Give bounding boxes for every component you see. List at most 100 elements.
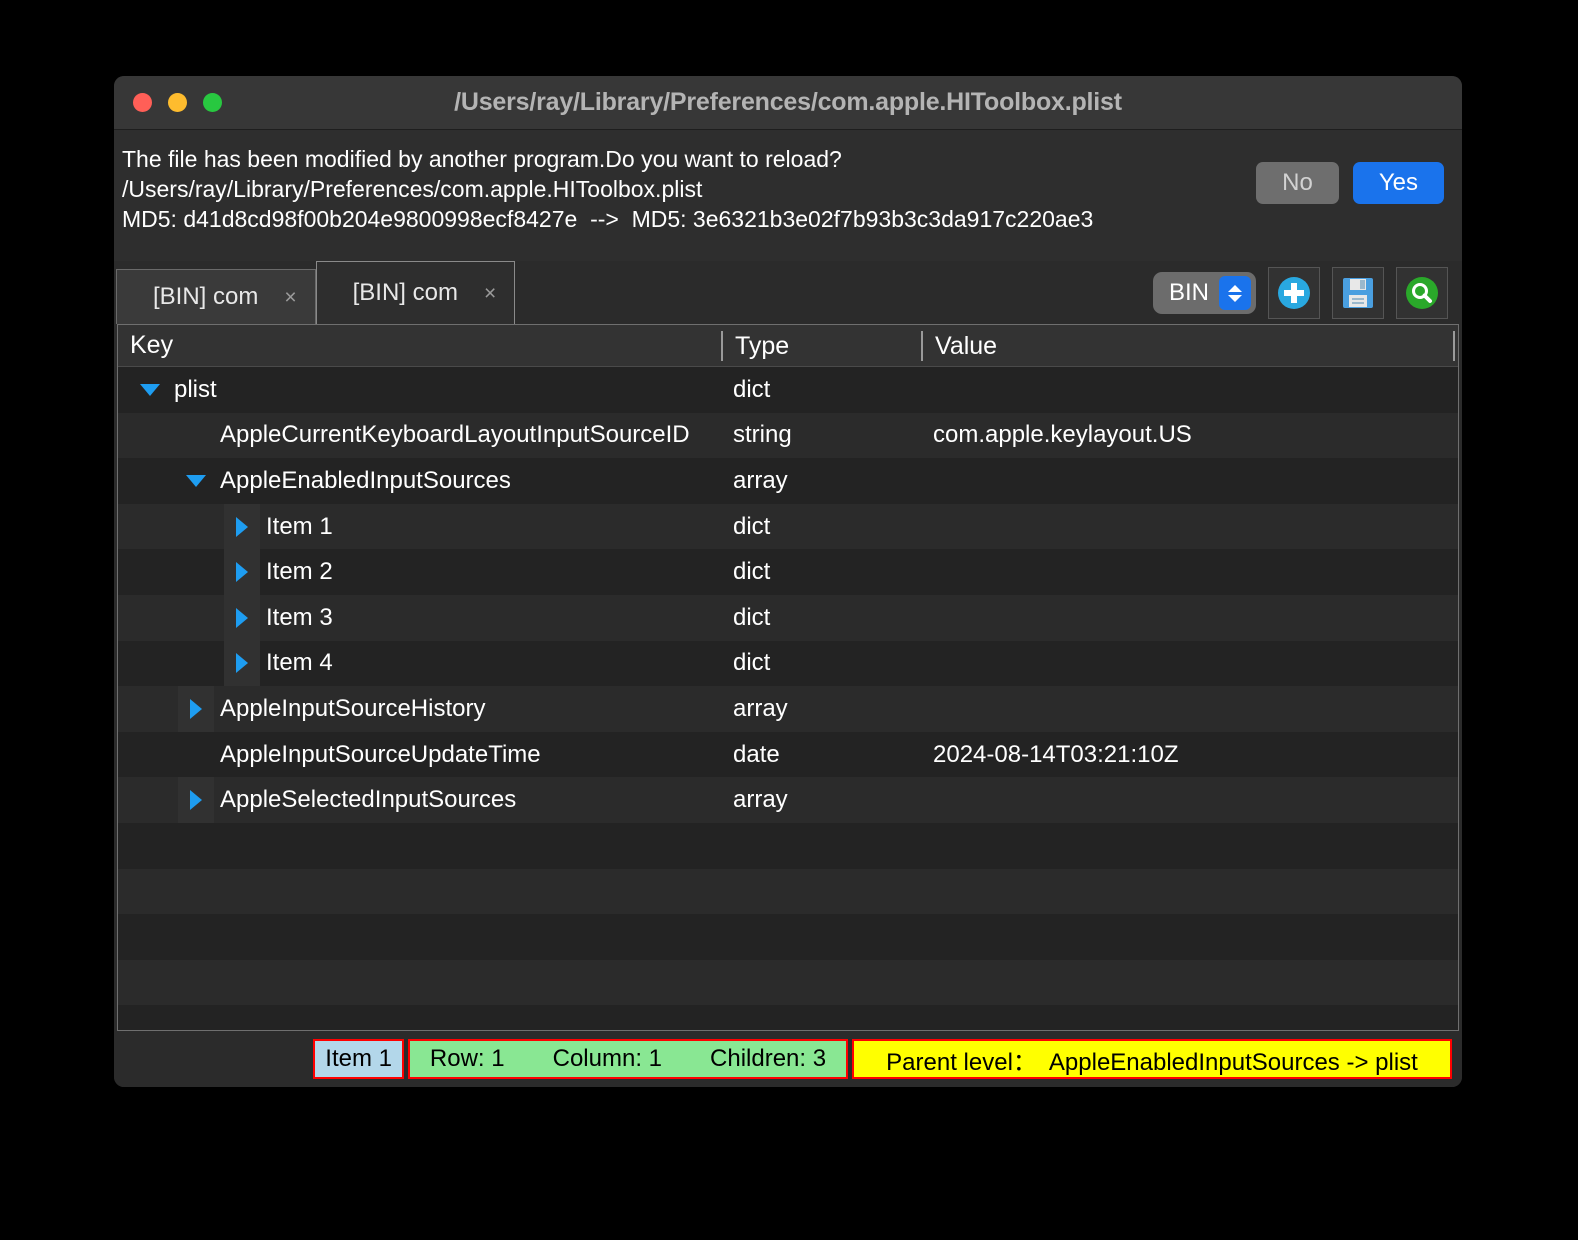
chevron-updown-icon[interactable] xyxy=(1219,276,1251,310)
table-row-empty xyxy=(118,822,1458,869)
cell-key: AppleCurrentKeyboardLayoutInputSourceID xyxy=(118,413,721,459)
disclosure-triangle-expanded[interactable] xyxy=(178,458,214,504)
key-label: AppleCurrentKeyboardLayoutInputSourceID xyxy=(220,421,690,449)
status-position-group: Row: 1 Column: 1 Children: 3 xyxy=(408,1039,848,1079)
key-label: Item 4 xyxy=(266,649,333,677)
disclosure-triangle-expanded[interactable] xyxy=(132,367,168,413)
format-select-value: BIN xyxy=(1168,279,1209,306)
disclosure-triangle-collapsed[interactable] xyxy=(224,503,260,550)
close-window-icon[interactable] xyxy=(133,93,152,112)
cell-type: date xyxy=(733,740,780,768)
plist-tree-table: Key Type Value plist dict AppleCurrentKeyb… xyxy=(117,324,1459,1031)
tab-list: [BIN] com × [BIN] com × xyxy=(114,261,516,324)
table-row[interactable]: Item 4 dict xyxy=(118,640,1458,687)
save-file-button[interactable] xyxy=(1332,267,1384,319)
window-title: /Users/ray/Library/Preferences/com.apple… xyxy=(454,88,1122,116)
column-header-type[interactable]: Type xyxy=(721,331,789,361)
tab-strip: [BIN] com × [BIN] com × BIN xyxy=(114,261,1462,324)
cell-type: array xyxy=(733,694,788,722)
cell-key: AppleSelectedInputSources xyxy=(118,777,721,823)
zoom-window-icon[interactable] xyxy=(203,93,222,112)
table-row[interactable]: Item 3 dict xyxy=(118,594,1458,641)
tab-label: [BIN] com xyxy=(352,279,458,306)
cell-key: AppleInputSourceUpdateTime xyxy=(118,732,721,778)
cell-type: dict xyxy=(733,558,771,586)
chevron-right-icon xyxy=(236,653,248,674)
chevron-down-icon xyxy=(140,383,160,396)
key-label: plist xyxy=(174,375,217,403)
reload-yes-button[interactable]: Yes xyxy=(1352,162,1444,205)
add-entry-button[interactable] xyxy=(1268,267,1320,319)
cell-key: AppleEnabledInputSources xyxy=(118,458,721,504)
cell-key: plist xyxy=(118,367,721,413)
cell-type: dict xyxy=(733,603,771,631)
table-row[interactable]: AppleInputSourceHistory array xyxy=(118,686,1458,732)
key-label: Item 3 xyxy=(266,603,333,631)
alert-line-md5: MD5: d41d8cd98f00b204e9800998ecf8427e --… xyxy=(122,206,1094,232)
tab-close-icon[interactable]: × xyxy=(284,287,296,308)
table-row[interactable]: Item 1 dict xyxy=(118,503,1458,550)
window-titlebar: /Users/ray/Library/Preferences/com.apple… xyxy=(114,76,1462,130)
key-label: Item 1 xyxy=(266,512,333,540)
tab-bin-com-2[interactable]: [BIN] com × xyxy=(315,261,516,324)
cell-key: AppleInputSourceHistory xyxy=(118,686,721,732)
chevron-right-icon xyxy=(190,790,202,811)
table-row[interactable]: AppleCurrentKeyboardLayoutInputSourceID s… xyxy=(118,412,1458,459)
cell-key: Item 1 xyxy=(118,503,721,550)
table-row[interactable]: Item 2 dict xyxy=(118,549,1458,595)
cell-key: Item 4 xyxy=(118,640,721,687)
status-column: Column: 1 xyxy=(552,1045,663,1072)
table-row[interactable]: plist dict xyxy=(118,367,1458,413)
screen: /Users/ray/Library/Preferences/com.apple… xyxy=(0,0,1578,1240)
table-body: plist dict AppleCurrentKeyboardLayoutInput… xyxy=(118,367,1458,1030)
chevron-right-icon xyxy=(236,562,248,583)
disclosure-triangle-collapsed[interactable] xyxy=(178,777,214,823)
file-modified-alert: The file has been modified by another pr… xyxy=(114,130,1462,261)
disclosure-triangle-collapsed[interactable] xyxy=(224,640,260,687)
table-row-empty xyxy=(118,959,1458,1006)
chevron-right-icon xyxy=(236,607,248,628)
plist-editor-window: /Users/ray/Library/Preferences/com.apple… xyxy=(114,76,1462,1087)
status-selected-item: Item 1 xyxy=(313,1039,404,1079)
tab-bin-com-1[interactable]: [BIN] com × xyxy=(116,269,316,324)
chevron-right-icon xyxy=(236,516,248,537)
search-button[interactable] xyxy=(1396,267,1448,319)
cell-type: dict xyxy=(733,649,771,677)
table-row[interactable]: AppleEnabledInputSources array xyxy=(118,458,1458,504)
table-row[interactable]: AppleInputSourceUpdateTime date 2024-08-14… xyxy=(118,731,1458,778)
column-header-key[interactable]: Key xyxy=(118,325,173,366)
column-divider-end xyxy=(1453,331,1455,361)
chevron-right-icon xyxy=(190,698,202,719)
column-header-value[interactable]: Value xyxy=(921,331,997,361)
table-row-empty xyxy=(118,868,1458,915)
status-children: Children: 3 xyxy=(710,1045,827,1072)
cell-type: array xyxy=(733,466,788,494)
floppy-save-icon xyxy=(1343,278,1373,308)
reload-no-button[interactable]: No xyxy=(1256,162,1339,205)
plus-icon xyxy=(1278,277,1310,309)
table-row-empty xyxy=(118,914,1458,960)
disclosure-triangle-collapsed[interactable] xyxy=(224,549,260,595)
key-label: AppleInputSourceHistory xyxy=(220,694,486,722)
status-parent-level: Parent level： AppleEnabledInputSources -… xyxy=(852,1039,1452,1079)
minimize-window-icon[interactable] xyxy=(168,93,187,112)
table-row[interactable]: AppleSelectedInputSources array xyxy=(118,777,1458,823)
traffic-light-group xyxy=(133,93,222,112)
tab-close-icon[interactable]: × xyxy=(484,283,496,304)
key-label: AppleEnabledInputSources xyxy=(220,466,511,494)
key-label: Item 2 xyxy=(266,558,333,586)
table-row-empty xyxy=(118,1005,1458,1030)
key-label: AppleInputSourceUpdateTime xyxy=(220,740,541,768)
cell-type: string xyxy=(733,421,792,449)
disclosure-triangle-collapsed[interactable] xyxy=(178,686,214,732)
cell-value: com.apple.keylayout.US xyxy=(933,421,1192,449)
editor-toolbar: BIN xyxy=(1152,267,1448,319)
disclosure-triangle-collapsed[interactable] xyxy=(224,594,260,641)
format-select[interactable]: BIN xyxy=(1152,272,1256,314)
cell-key: Item 3 xyxy=(118,594,721,641)
alert-button-group: No Yes xyxy=(1256,162,1444,205)
key-label: AppleSelectedInputSources xyxy=(220,786,517,814)
cell-key: Item 2 xyxy=(118,549,721,595)
cell-type: dict xyxy=(733,375,771,403)
magnifier-icon xyxy=(1406,277,1438,309)
